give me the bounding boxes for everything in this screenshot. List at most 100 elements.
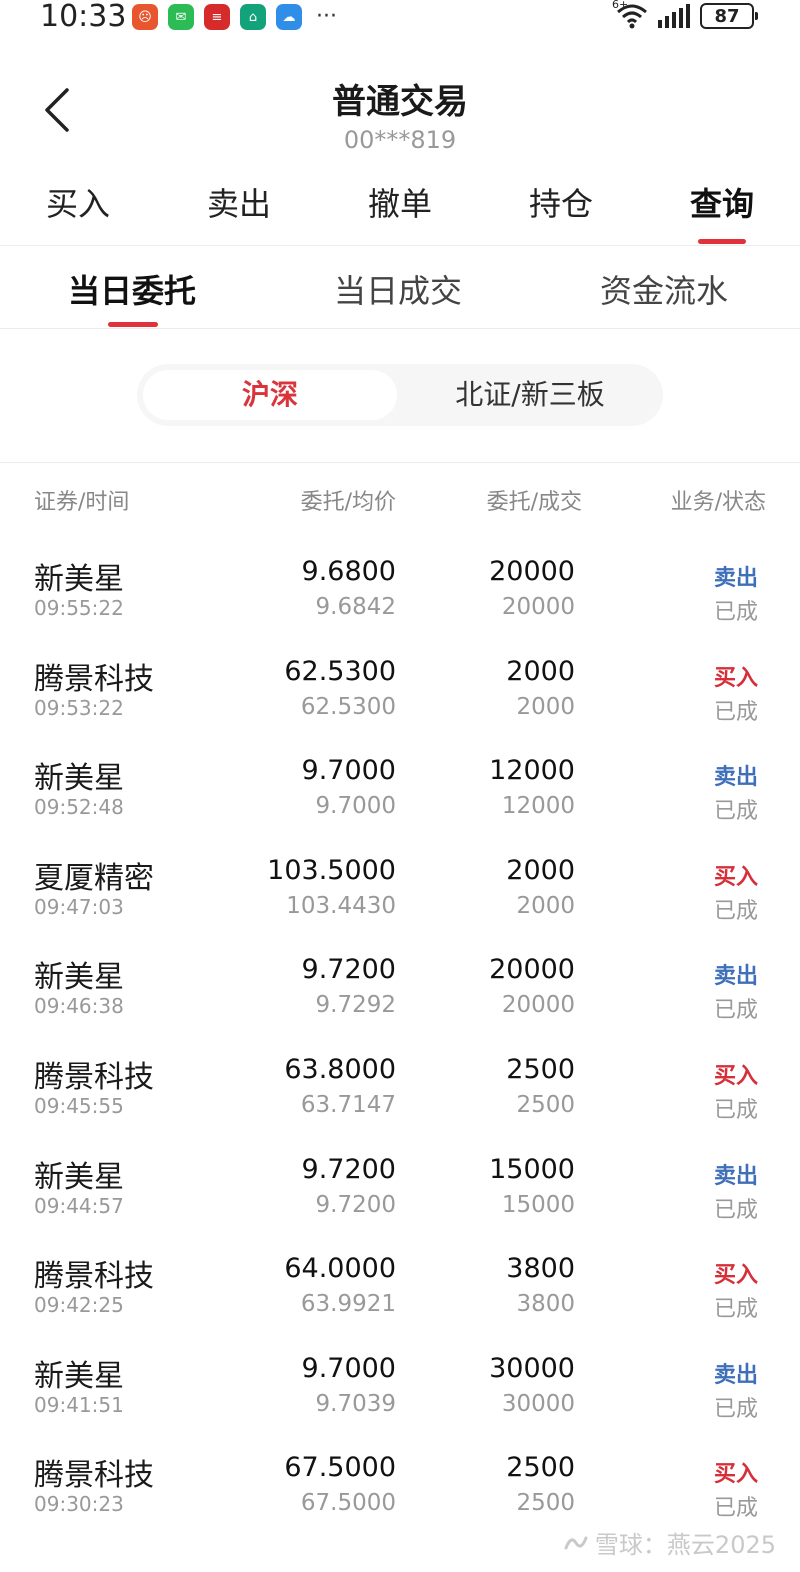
order-status: 已成 bbox=[713, 1197, 758, 1223]
security-name: 新美星 bbox=[34, 1159, 124, 1195]
filled-quantity: 15000 bbox=[501, 1191, 575, 1218]
filled-quantity: 2500 bbox=[516, 1490, 575, 1517]
notification-icons: ☹ ✉ ≡ ⌂ ☁ ··· bbox=[132, 4, 337, 30]
business-type: 卖出 bbox=[713, 1163, 758, 1189]
app-notification-icon: ☹ bbox=[132, 4, 158, 30]
security-name: 新美星 bbox=[34, 761, 124, 797]
business-type: 买入 bbox=[713, 864, 758, 890]
main-tabs: 买入 卖出 撤单 持仓 查询 bbox=[0, 176, 800, 246]
header-business-status: 业务/状态 bbox=[670, 490, 766, 515]
nav-header: 普通交易 00***819 bbox=[0, 60, 800, 160]
header-order-avg-price: 委托/均价 bbox=[300, 490, 396, 515]
business-type: 卖出 bbox=[713, 964, 758, 990]
weather-icon: ☁ bbox=[276, 4, 302, 30]
order-price: 67.5000 bbox=[284, 1452, 396, 1484]
subtab-today-orders[interactable]: 当日委托 bbox=[68, 266, 196, 312]
order-price: 62.5300 bbox=[284, 655, 396, 687]
watermark-text: 雪球：燕云2025 bbox=[594, 1531, 776, 1559]
security-name: 腾景科技 bbox=[34, 1059, 154, 1095]
business-type: 买入 bbox=[713, 1263, 758, 1289]
order-time: 09:30:23 bbox=[34, 1492, 124, 1517]
battery-icon: 87 bbox=[700, 3, 758, 29]
security-name: 新美星 bbox=[34, 1358, 124, 1394]
table-row[interactable]: 新美星 09:55:22 9.6800 9.6842 20000 20000 卖… bbox=[0, 548, 800, 648]
status-time: 10:33 bbox=[40, 0, 127, 34]
order-price: 63.8000 bbox=[284, 1053, 396, 1085]
security-name: 腾景科技 bbox=[34, 661, 154, 697]
table-row[interactable]: 新美星 09:46:38 9.7200 9.7292 20000 20000 卖… bbox=[0, 946, 800, 1046]
tab-query[interactable]: 查询 bbox=[690, 176, 754, 244]
order-time: 09:44:57 bbox=[34, 1193, 124, 1218]
order-quantity: 30000 bbox=[489, 1352, 575, 1384]
table-row[interactable]: 新美星 09:41:51 9.7000 9.7039 30000 30000 卖… bbox=[0, 1345, 800, 1445]
order-price: 9.7200 bbox=[301, 954, 396, 986]
order-time: 09:55:22 bbox=[34, 596, 124, 620]
market-segment-control: 沪深 北证/新三板 bbox=[137, 364, 663, 426]
order-price: 64.0000 bbox=[284, 1253, 396, 1285]
order-time: 09:42:25 bbox=[34, 1293, 124, 1318]
subtab-fund-flow[interactable]: 资金流水 bbox=[600, 266, 728, 312]
order-quantity: 2500 bbox=[506, 1452, 575, 1484]
order-status: 已成 bbox=[713, 1396, 758, 1422]
page-title: 普通交易 bbox=[332, 82, 468, 122]
tab-buy[interactable]: 买入 bbox=[46, 176, 110, 232]
subtab-today-trades[interactable]: 当日成交 bbox=[334, 266, 462, 312]
order-status: 已成 bbox=[713, 699, 758, 725]
order-status: 已成 bbox=[713, 600, 758, 625]
order-status: 已成 bbox=[713, 799, 758, 825]
segment-bse-neeq[interactable]: 北证/新三板 bbox=[403, 370, 657, 420]
order-time: 09:46:38 bbox=[34, 994, 124, 1019]
security-name: 腾景科技 bbox=[34, 1458, 154, 1494]
filled-quantity: 2500 bbox=[516, 1091, 575, 1118]
table-row[interactable]: 腾景科技 09:53:22 62.5300 62.5300 2000 2000 … bbox=[0, 648, 800, 748]
average-price: 63.7147 bbox=[300, 1091, 396, 1118]
order-status: 已成 bbox=[713, 898, 758, 924]
tab-sell[interactable]: 卖出 bbox=[207, 176, 271, 232]
order-time: 09:53:22 bbox=[34, 695, 124, 720]
order-time: 09:41:51 bbox=[34, 1392, 124, 1417]
divider bbox=[0, 328, 800, 329]
orders-list: 新美星 09:55:22 9.6800 9.6842 20000 20000 卖… bbox=[0, 548, 800, 1544]
snowball-logo-icon bbox=[564, 1536, 588, 1549]
table-row[interactable]: 腾景科技 09:42:25 64.0000 63.9921 3800 3800 … bbox=[0, 1245, 800, 1345]
table-row[interactable]: 夏厦精密 09:47:03 103.5000 103.4430 2000 200… bbox=[0, 847, 800, 947]
segment-sh-sz[interactable]: 沪深 bbox=[143, 370, 397, 420]
sub-tabs: 当日委托 当日成交 资金流水 bbox=[0, 258, 800, 328]
subtab-indicator bbox=[108, 322, 158, 327]
table-row[interactable]: 新美星 09:52:48 9.7000 9.7000 12000 12000 卖… bbox=[0, 747, 800, 847]
table-row[interactable]: 腾景科技 09:45:55 63.8000 63.7147 2500 2500 … bbox=[0, 1046, 800, 1146]
divider bbox=[0, 245, 800, 246]
filled-quantity: 2000 bbox=[516, 892, 575, 919]
table-row[interactable]: 新美星 09:44:57 9.7200 9.7200 15000 15000 卖… bbox=[0, 1146, 800, 1246]
order-quantity: 2500 bbox=[506, 1053, 575, 1085]
header-order-filled: 委托/成交 bbox=[486, 490, 582, 515]
order-time: 09:47:03 bbox=[34, 894, 124, 919]
order-status: 已成 bbox=[713, 1097, 758, 1123]
order-quantity: 3800 bbox=[506, 1253, 575, 1285]
average-price: 9.6842 bbox=[315, 594, 396, 620]
average-price: 103.4430 bbox=[286, 892, 396, 919]
security-name: 新美星 bbox=[34, 960, 124, 996]
battery-level: 87 bbox=[714, 5, 740, 27]
order-quantity: 20000 bbox=[489, 954, 575, 986]
filled-quantity: 20000 bbox=[501, 594, 575, 620]
filled-quantity: 12000 bbox=[501, 793, 575, 820]
order-price: 9.7200 bbox=[301, 1153, 396, 1185]
order-price: 9.7000 bbox=[301, 1352, 396, 1384]
network-type-label: 6+ bbox=[612, 0, 629, 11]
tab-positions[interactable]: 持仓 bbox=[529, 176, 593, 232]
divider bbox=[0, 462, 800, 463]
wechat-icon: ✉ bbox=[168, 4, 194, 30]
average-price: 9.7000 bbox=[315, 793, 396, 820]
account-number: 00***819 bbox=[343, 126, 457, 154]
order-quantity: 2000 bbox=[506, 655, 575, 687]
tab-cancel[interactable]: 撤单 bbox=[368, 176, 432, 232]
order-status: 已成 bbox=[713, 998, 758, 1024]
wifi-icon: 6+ bbox=[612, 0, 648, 30]
business-type: 买入 bbox=[713, 665, 758, 691]
header-security-time: 证券/时间 bbox=[34, 490, 130, 515]
order-status: 已成 bbox=[713, 1297, 758, 1323]
business-type: 卖出 bbox=[713, 765, 758, 791]
order-quantity: 20000 bbox=[489, 556, 575, 587]
order-price: 103.5000 bbox=[267, 854, 396, 886]
